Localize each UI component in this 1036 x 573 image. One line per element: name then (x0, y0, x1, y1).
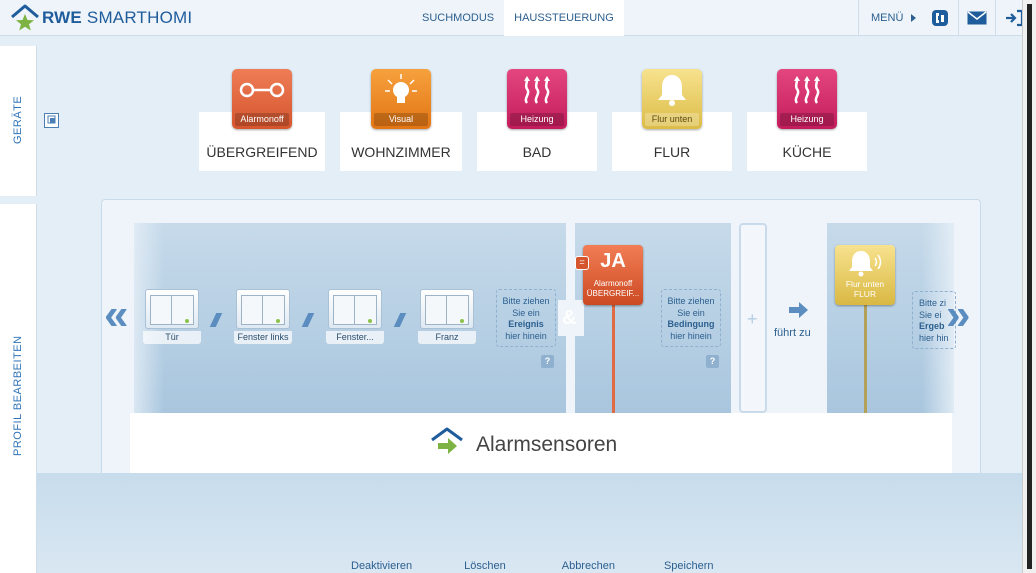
arrow-right-icon (789, 302, 808, 318)
menu-arrow-icon[interactable] (911, 14, 917, 22)
window-sensor-icon (328, 289, 382, 329)
house-logo-icon (11, 4, 39, 31)
sensor-label: Franz (418, 331, 476, 344)
tab-geraete-label: GERÄTE (12, 95, 24, 144)
tile-label: Heizung (780, 113, 834, 126)
main-nav: SUCHMODUS HAUSSTEUERUNG (412, 0, 624, 36)
scrollbar[interactable] (1022, 0, 1036, 573)
bell-ringing-icon (849, 251, 882, 277)
tile-label: Heizung (510, 113, 564, 126)
room-name: ÜBERGREIFEND (206, 144, 318, 160)
bell-icon (642, 69, 702, 111)
cancel-button[interactable]: Abbrechen (562, 560, 615, 572)
menu-button[interactable]: MENÜ (871, 12, 903, 24)
house-arrow-icon (431, 427, 463, 454)
bottom-area (37, 473, 1022, 573)
menu-area: MENÜ (858, 0, 1030, 36)
tab-profil-label: PROFIL BEARBEITEN (12, 335, 24, 456)
condition-tile[interactable]: JA Alarmonoff ÜBERGREIF... (583, 245, 643, 305)
action-connector (864, 305, 867, 413)
window-sensor-icon (236, 289, 290, 329)
tile-label: Flur unten (645, 113, 699, 126)
status-dot (460, 319, 464, 323)
pager-left-button[interactable]: « (104, 290, 128, 340)
top-bar: RWE SMARTHOMI SUCHMODUS HAUSSTEUERUNG ME… (0, 0, 1024, 36)
drop-text: hier hin (919, 332, 949, 343)
divider (958, 0, 960, 36)
nav-suchmodus[interactable]: SUCHMODUS (412, 0, 504, 36)
mail-icon[interactable] (967, 8, 987, 28)
condition-connector (612, 305, 615, 413)
delete-button[interactable]: Löschen (464, 560, 506, 572)
collapse-icon[interactable] (44, 113, 59, 128)
status-dot (185, 319, 189, 323)
condition-drop-zone[interactable]: Bitte ziehen Sie ein Bedingung hier hine… (661, 289, 721, 347)
drop-text: Sie ei (919, 309, 942, 320)
leads-to-label: führt zu (774, 327, 811, 339)
tab-geraete[interactable]: GERÄTE (0, 46, 37, 196)
status-dot (368, 319, 372, 323)
drop-text: hier hinein (505, 330, 547, 341)
heating-icon (777, 69, 837, 111)
light-bulb-icon (371, 69, 431, 111)
logo-text: RWE SMARTHOMI (42, 8, 193, 27)
device-tile-visual[interactable]: Visual (371, 69, 431, 129)
device-tile-flur-unten[interactable]: Flur unten (642, 69, 702, 129)
device-tile-heizung-bad[interactable]: Heizung (507, 69, 567, 129)
add-column-button[interactable]: + (739, 223, 767, 413)
divider (995, 0, 997, 36)
action-tile[interactable]: Flur unten FLUR (835, 245, 895, 305)
drop-text: Bitte ziehen (667, 296, 715, 306)
device-tile-alarmonoff[interactable]: Alarmonoff (232, 69, 292, 129)
action-label: Flur unten FLUR (845, 279, 885, 299)
window-sensor-icon (420, 289, 474, 329)
drop-text-strong: Ereignis (508, 319, 544, 329)
save-button[interactable]: Speichern (664, 560, 714, 572)
profile-title-panel: Alarmsensoren (130, 413, 952, 473)
phone-icon[interactable] (930, 8, 950, 28)
pager-right-button[interactable]: » (946, 290, 970, 340)
sensor-fenster-links[interactable]: Fenster links (234, 289, 292, 345)
status-dot (276, 319, 280, 323)
help-icon[interactable]: ? (541, 355, 554, 368)
sensor-label: Tür (143, 331, 201, 344)
tile-label: Alarmonoff (235, 113, 289, 126)
condition-label: Alarmonoff ÜBERGREIF... (586, 279, 640, 298)
device-tile-heizung-kueche[interactable]: Heizung (777, 69, 837, 129)
drop-text: Bitte ziehen (502, 296, 550, 306)
and-symbol: & (562, 307, 577, 329)
room-name: WOHNZIMMER (351, 144, 451, 160)
tile-label: Visual (374, 113, 428, 126)
drop-text: Sie ein (512, 307, 540, 318)
scrollbar-track[interactable] (1027, 4, 1032, 569)
sensor-label: Fenster links (234, 331, 292, 344)
event-drop-zone[interactable]: Bitte ziehen Sie ein Ereignis hier hinei… (496, 289, 556, 347)
window-sensor-icon (145, 289, 199, 329)
footer-actions: Deaktivieren Löschen Abbrechen Speichern (340, 560, 714, 572)
sensor-tuer[interactable]: Tür (143, 289, 201, 345)
sensor-label: Fenster... (326, 331, 384, 344)
profile-title: Alarmsensoren (476, 433, 618, 456)
room-name: FLUR (653, 144, 691, 160)
room-name: KÜCHE (782, 144, 832, 160)
logo[interactable]: RWE SMARTHOMI (10, 4, 192, 32)
drop-text: Sie ein (677, 307, 705, 318)
heating-icon (507, 69, 567, 111)
tab-profil-bearbeiten[interactable]: PROFIL BEARBEITEN (0, 204, 37, 573)
plus-icon: + (747, 309, 758, 329)
deactivate-button[interactable]: Deaktivieren (351, 560, 412, 572)
sensor-fenster[interactable]: Fenster... (326, 289, 384, 345)
drop-text-strong: Ergeb (919, 321, 945, 331)
equals-badge[interactable]: = (575, 256, 589, 270)
room-name: BAD (522, 144, 552, 160)
condition-value: JA (600, 250, 626, 272)
drop-text: hier hinein (670, 330, 712, 341)
drop-text: Bitte zi (919, 298, 947, 308)
help-icon[interactable]: ? (706, 355, 719, 368)
alarm-switch-icon (232, 69, 292, 111)
sensor-franz[interactable]: Franz (418, 289, 476, 345)
drop-text-strong: Bedingung (667, 319, 715, 329)
nav-haussteuerung[interactable]: HAUSSTEUERUNG (504, 0, 624, 36)
